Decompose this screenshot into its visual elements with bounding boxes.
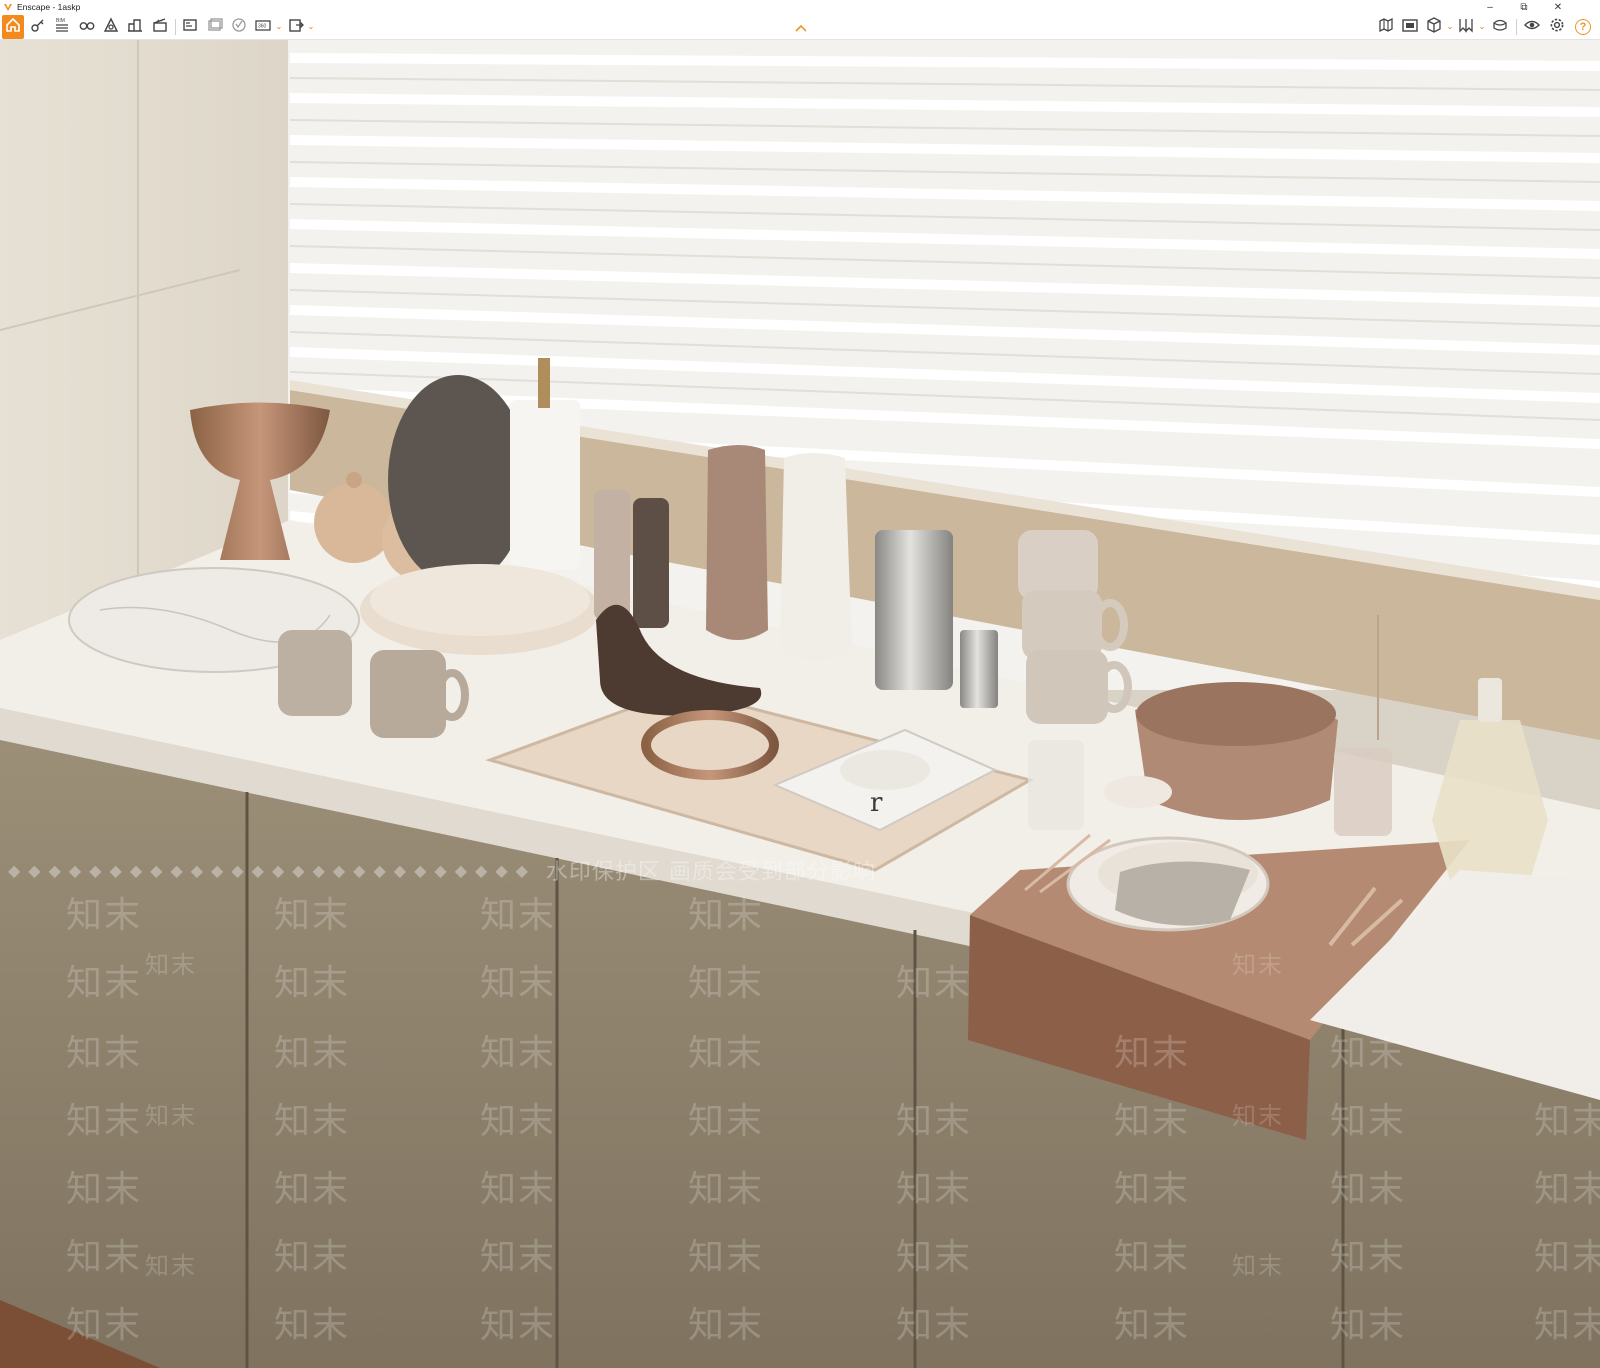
panorama-360-icon: 360: [254, 16, 272, 39]
cube-dropdown-chevron-icon[interactable]: ⌄: [1446, 22, 1454, 31]
views-icon: [1457, 16, 1475, 39]
screenshot-icon: [181, 16, 199, 39]
panorama-dropdown-chevron-icon[interactable]: ⌄: [275, 22, 283, 31]
binoculars-icon: [78, 16, 96, 39]
visibility-button[interactable]: [1520, 15, 1544, 39]
batch-render-icon: [206, 16, 224, 39]
views-dropdown-chevron-icon[interactable]: ⌄: [1478, 22, 1486, 31]
video-editor-button[interactable]: [148, 15, 172, 39]
watermark-notice: 水印保护区 画质会受到部分影响: [545, 860, 876, 885]
cube-button[interactable]: [1422, 15, 1446, 39]
vr-icon: [230, 16, 248, 39]
visual-settings-button[interactable]: [1545, 15, 1569, 39]
binoculars-button[interactable]: [75, 15, 99, 39]
material-editor-button[interactable]: [1488, 15, 1512, 39]
enscape-logo-icon: [3, 2, 13, 12]
site-button[interactable]: [99, 15, 123, 39]
kitchen-scene-render: [0, 40, 1600, 1368]
cube-icon: [1425, 16, 1443, 39]
map-icon: [1377, 16, 1395, 39]
enscape-window: Enscape - 1askp – ⧉ ✕ BIM 360 ⌄ ⌄ ⌄ ⌄ ? …: [0, 0, 1600, 1368]
settings-key-icon: [29, 16, 47, 39]
watermark-diamonds: ◆◆◆◆◆◆◆◆◆◆◆◆◆◆◆◆◆◆◆◆◆◆◆◆◆◆: [8, 860, 536, 880]
bim-label: BIM: [56, 18, 65, 24]
close-button[interactable]: ✕: [1546, 0, 1570, 14]
book-cover-letter: r: [870, 788, 883, 818]
clapperboard-icon: [151, 16, 169, 39]
visibility-icon: [1523, 16, 1541, 39]
window-title: Enscape - 1askp: [17, 2, 81, 12]
export-button[interactable]: [284, 15, 308, 39]
title-bar: Enscape - 1askp – ⧉ ✕: [0, 0, 1600, 14]
asset-library-icon: [1401, 16, 1419, 39]
buildings-icon: [126, 16, 144, 39]
toolbar-separator: [1516, 19, 1517, 35]
watermark-banner: ◆◆◆◆◆◆◆◆◆◆◆◆◆◆◆◆◆◆◆◆◆◆◆◆◆◆ 水印保护区 画质会受到部分…: [0, 857, 1010, 885]
panorama-button[interactable]: 360: [251, 15, 275, 39]
restore-button[interactable]: ⧉: [1512, 0, 1536, 14]
collapse-toolbar-chevron-up-icon[interactable]: [794, 20, 808, 32]
home-icon: [4, 16, 22, 39]
settings-key-button[interactable]: [26, 15, 50, 39]
help-icon: ?: [1579, 21, 1587, 33]
buildings-button[interactable]: [123, 15, 147, 39]
screenshot-button[interactable]: [178, 15, 202, 39]
views-button[interactable]: [1454, 15, 1478, 39]
bim-icon: BIM: [53, 16, 71, 39]
export-dropdown-chevron-icon[interactable]: ⌄: [307, 22, 315, 31]
material-editor-icon: [1491, 16, 1509, 39]
render-viewport[interactable]: r ◆◆◆◆◆◆◆◆◆◆◆◆◆◆◆◆◆◆◆◆◆◆◆◆◆◆ 水印保护区 画质会受到…: [0, 40, 1600, 1368]
map-button[interactable]: [1374, 15, 1398, 39]
bim-button[interactable]: BIM: [50, 15, 74, 39]
site-icon: [102, 16, 120, 39]
help-button[interactable]: ?: [1575, 19, 1591, 35]
export-icon: [287, 16, 305, 39]
asset-library-button[interactable]: [1398, 15, 1422, 39]
vr-button[interactable]: [227, 15, 251, 39]
home-button[interactable]: [2, 15, 24, 39]
toolbar-separator: [175, 19, 176, 35]
panorama-label: 360: [258, 23, 267, 29]
batch-render-button[interactable]: [203, 15, 227, 39]
minimize-button[interactable]: –: [1478, 0, 1502, 14]
gear-icon: [1548, 16, 1566, 39]
